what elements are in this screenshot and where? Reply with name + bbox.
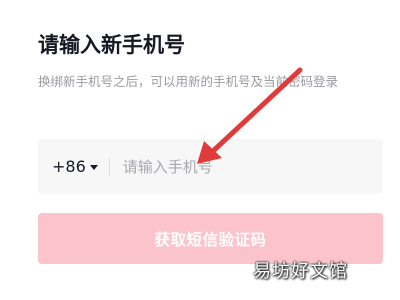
phone-input-row: +86 bbox=[38, 139, 383, 194]
page-description: 换绑新手机号之后，可以用新的手机号及当前密码登录 bbox=[38, 74, 339, 89]
phone-number-input[interactable] bbox=[109, 139, 383, 194]
change-phone-screen: 请输入新手机号 换绑新手机号之后，可以用新的手机号及当前密码登录 +86 获取短… bbox=[0, 0, 400, 300]
caret-down-icon bbox=[89, 165, 98, 170]
country-code-label: +86 bbox=[52, 157, 86, 176]
watermark: 易坊好文馆 bbox=[253, 261, 348, 282]
country-code-selector[interactable]: +86 bbox=[38, 139, 98, 194]
page-title: 请输入新手机号 bbox=[38, 33, 185, 57]
